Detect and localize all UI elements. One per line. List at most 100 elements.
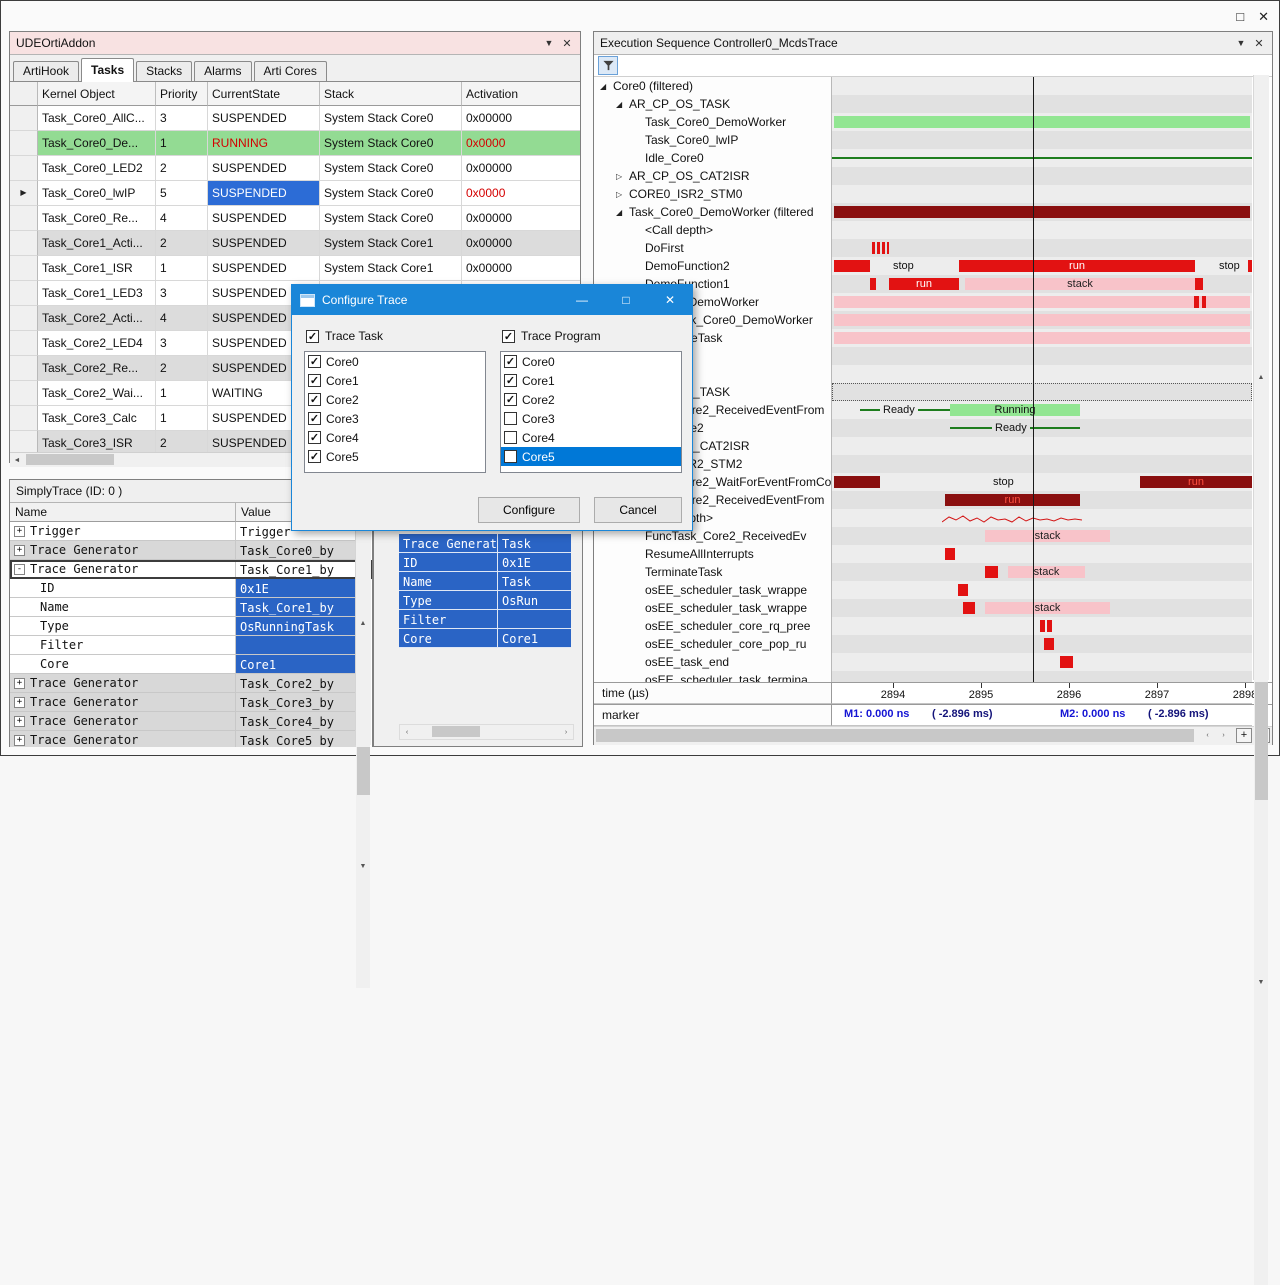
property-row[interactable]: NameTask_Core1_by <box>10 598 372 617</box>
core-option-core3[interactable]: ✓Core3 <box>305 409 485 428</box>
window-close-button[interactable]: ✕ <box>1258 9 1269 25</box>
column-header[interactable]: Stack <box>320 82 462 106</box>
cancel-button[interactable]: Cancel <box>594 497 682 523</box>
checkbox-unchecked-icon[interactable] <box>504 431 517 444</box>
scroll-fwd-icon[interactable]: › <box>1216 729 1231 742</box>
column-header[interactable]: Kernel Object <box>38 82 156 106</box>
property-row[interactable]: Trace GeneratorTask <box>399 534 572 553</box>
property-row[interactable]: -Trace GeneratorTask_Core1_by <box>10 560 372 579</box>
esc-vscrollbar[interactable]: ▲ ▼ <box>1253 75 1269 680</box>
property-row[interactable]: +Trace GeneratorTask_Core4_by <box>10 712 372 731</box>
zoom-in-button[interactable]: + <box>1236 728 1252 743</box>
scroll-back-icon[interactable]: ‹ <box>1200 729 1215 742</box>
esc-dropdown-icon[interactable]: ▼ <box>1232 38 1250 48</box>
trace-row[interactable]: ▷AR_CP_OS_CAT2ISR <box>594 167 1272 185</box>
scroll-thumb[interactable] <box>26 454 114 465</box>
collapse-minus-icon[interactable]: - <box>14 564 25 575</box>
tab-arti-cores[interactable]: Arti Cores <box>254 61 327 81</box>
trace-row[interactable]: osEE_scheduler_task_termina <box>594 671 1272 682</box>
core-option-core1[interactable]: ✓Core1 <box>501 371 681 390</box>
scroll-thumb[interactable] <box>596 729 1194 742</box>
expand-plus-icon[interactable]: + <box>14 545 25 556</box>
trace-row[interactable]: <Call depth> <box>594 221 1272 239</box>
expand-plus-icon[interactable]: + <box>14 735 25 746</box>
current-state-cell[interactable]: SUSPENDED <box>208 106 320 131</box>
esc-close-icon[interactable]: ✕ <box>1250 37 1268 50</box>
property-row[interactable]: +Trace GeneratorTask_Core5_by <box>10 731 372 747</box>
trace-row[interactable]: ◢Core2 (filtered) <box>594 365 1272 383</box>
orti-close-icon[interactable]: ✕ <box>558 37 576 50</box>
trace-row[interactable]: Task_Core0_lwIP <box>594 131 1272 149</box>
scroll-up-icon[interactable]: ▲ <box>1254 75 1268 680</box>
filter-button[interactable] <box>598 56 618 75</box>
core-option-core0[interactable]: ✓Core0 <box>501 352 681 371</box>
scroll-up-icon[interactable]: ▲ <box>356 502 370 745</box>
checkbox-checked-icon[interactable]: ✓ <box>504 393 517 406</box>
dialog-maximize-button[interactable]: □ <box>604 285 648 315</box>
checkbox-checked-icon[interactable]: ✓ <box>504 355 517 368</box>
scroll-fwd-icon[interactable]: › <box>559 725 573 739</box>
core-option-core5[interactable]: ✓Core5 <box>305 447 485 466</box>
tab-tasks[interactable]: Tasks <box>81 58 134 82</box>
task-row[interactable]: Task_Core0_AllC...3SUSPENDEDSystem Stack… <box>10 106 580 131</box>
current-state-cell[interactable]: SUSPENDED <box>208 181 320 206</box>
trace-task-core-list[interactable]: ✓Core0✓Core1✓Core2✓Core3✓Core4✓Core5 <box>304 351 486 473</box>
property-row[interactable]: ID0x1E <box>10 579 372 598</box>
property-value[interactable]: OsRunningTask <box>236 617 357 636</box>
trace-row[interactable]: ◢AR_CP_OS_TASK <box>594 95 1272 113</box>
current-state-cell[interactable]: SUSPENDED <box>208 231 320 256</box>
panel-hscrollbar[interactable]: ‹ › <box>399 724 574 740</box>
trace-row[interactable]: DemoFunction2runstopstop <box>594 257 1272 275</box>
trace-row[interactable]: ▷AR_CP_OS_CAT2ISR <box>594 437 1272 455</box>
core-option-core2[interactable]: ✓Core2 <box>305 390 485 409</box>
trace-row[interactable]: WakeupDemoWorker <box>594 293 1272 311</box>
trace-row[interactable] <box>594 347 1272 365</box>
task-row[interactable]: ▶Task_Core0_lwIP5SUSPENDEDSystem Stack C… <box>10 181 580 206</box>
trace-row[interactable]: FuncTask_Core2_ReceivedEvstack <box>594 527 1272 545</box>
scroll-left-icon[interactable]: ◄ <box>10 453 24 467</box>
core-option-core2[interactable]: ✓Core2 <box>501 390 681 409</box>
scroll-track[interactable] <box>414 725 559 739</box>
configure-button[interactable]: Configure <box>478 497 580 523</box>
task-row[interactable]: Task_Core1_Acti...2SUSPENDEDSystem Stack… <box>10 231 580 256</box>
tab-artihook[interactable]: ArtiHook <box>13 61 79 81</box>
tab-alarms[interactable]: Alarms <box>194 61 251 81</box>
checkbox-checked-icon[interactable]: ✓ <box>306 330 319 343</box>
checkbox-checked-icon[interactable]: ✓ <box>308 431 321 444</box>
property-value[interactable]: Task_Core5_by <box>236 731 357 747</box>
tree-collapsed-icon[interactable]: ▷ <box>616 172 629 181</box>
tree-expanded-icon[interactable]: ◢ <box>616 208 629 217</box>
property-value[interactable]: Task_Core1_by <box>236 598 357 617</box>
core-option-core4[interactable]: Core4 <box>501 428 681 447</box>
trace-row[interactable]: ◢Core0 (filtered) <box>594 77 1272 95</box>
property-value[interactable]: Task_Core4_by <box>236 712 357 731</box>
trace-row[interactable]: ◢AR_CP_OS_TASK <box>594 383 1272 401</box>
property-value[interactable]: Task_Core3_by <box>236 693 357 712</box>
trace-row[interactable]: <Call depth> <box>594 509 1272 527</box>
task-row[interactable]: Task_Core0_LED22SUSPENDEDSystem Stack Co… <box>10 156 580 181</box>
trace-program-checkbox[interactable]: ✓ Trace Program <box>502 329 601 343</box>
expand-plus-icon[interactable]: + <box>14 697 25 708</box>
current-state-cell[interactable]: SUSPENDED <box>208 256 320 281</box>
core-option-core3[interactable]: Core3 <box>501 409 681 428</box>
core-option-core0[interactable]: ✓Core0 <box>305 352 485 371</box>
trace-row[interactable]: Task_Core2_ReceivedEventFromRunningReady <box>594 401 1272 419</box>
property-row[interactable]: ID0x1E <box>399 553 572 572</box>
scroll-thumb[interactable] <box>432 726 480 737</box>
trace-row[interactable]: TerminateTaskstack <box>594 563 1272 581</box>
expand-plus-icon[interactable]: + <box>14 678 25 689</box>
timeline-cursor[interactable] <box>1033 77 1034 682</box>
trace-row[interactable]: Task_Core2_WaitForEventFromCorerunstop <box>594 473 1272 491</box>
dialog-close-button[interactable]: ✕ <box>648 285 692 315</box>
property-row[interactable]: +Trace GeneratorTask_Core0_by <box>10 541 372 560</box>
trace-program-core-list[interactable]: ✓Core0✓Core1✓Core2Core3Core4Core5 <box>500 351 682 473</box>
tree-expanded-icon[interactable]: ◢ <box>616 100 629 109</box>
trace-row[interactable]: osEE_scheduler_core_pop_ru <box>594 635 1272 653</box>
trace-row[interactable]: ▷CORE2_ISR2_STM2 <box>594 455 1272 473</box>
trace-row[interactable]: Task_Core2_ReceivedEventFromrun <box>594 491 1272 509</box>
expand-plus-icon[interactable]: + <box>14 716 25 727</box>
checkbox-unchecked-icon[interactable] <box>504 450 517 463</box>
property-row[interactable]: TypeOsRun <box>399 591 572 610</box>
property-row[interactable]: TypeOsRunningTask <box>10 617 372 636</box>
checkbox-checked-icon[interactable]: ✓ <box>308 412 321 425</box>
